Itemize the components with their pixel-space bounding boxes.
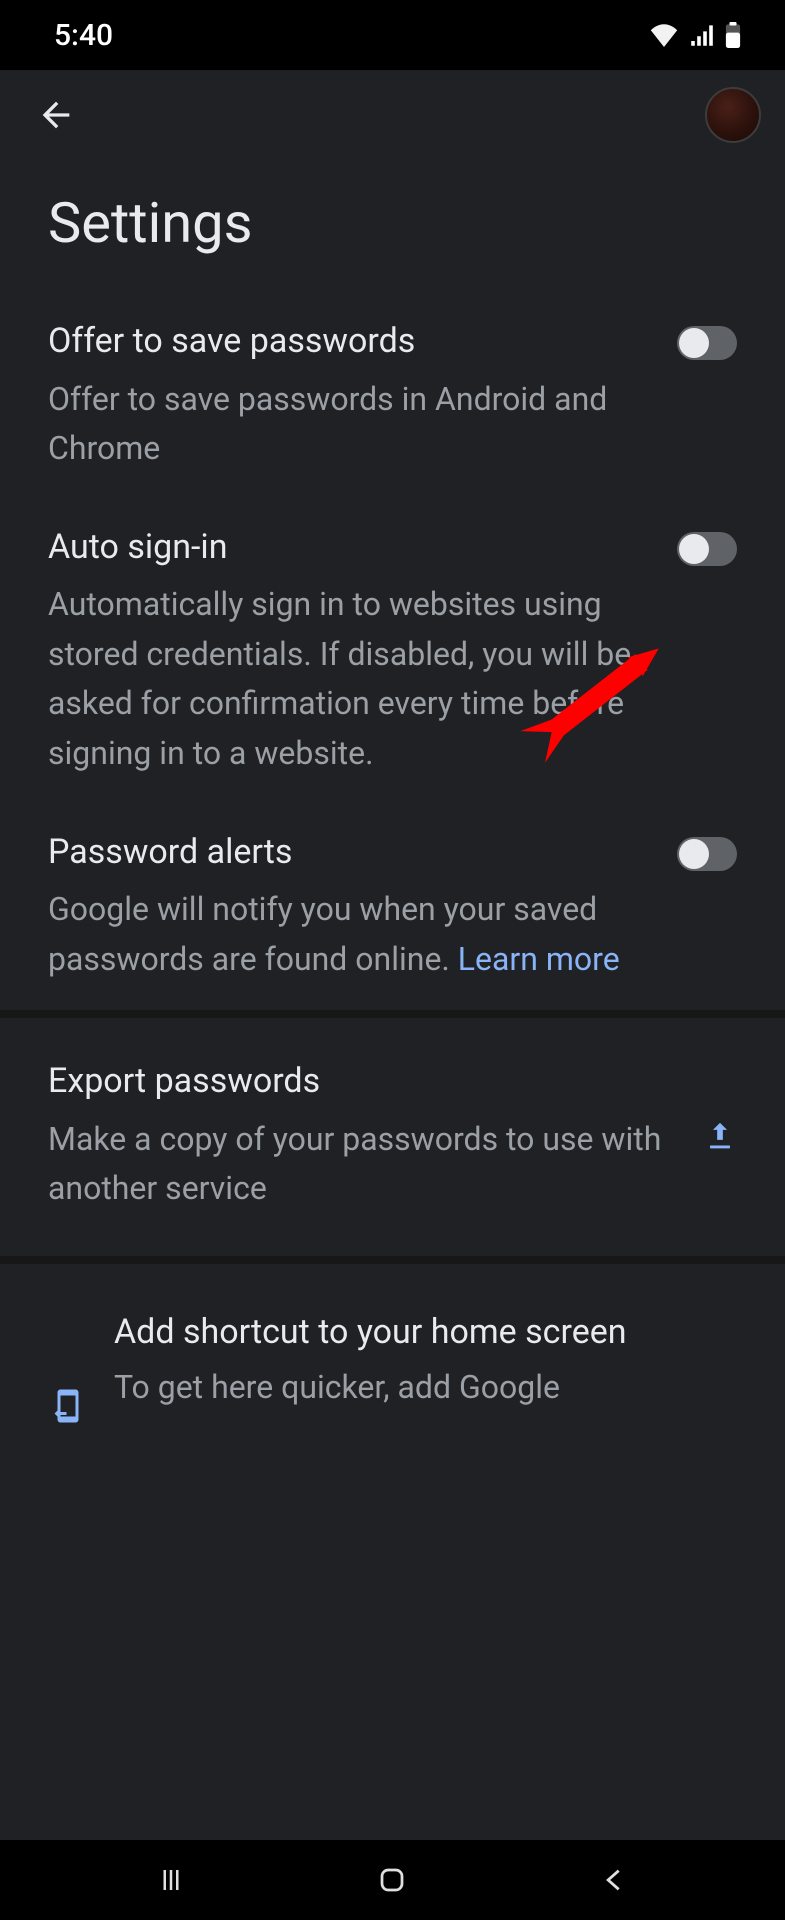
learn-more-link[interactable]: Learn more [458,940,620,978]
recents-button[interactable] [147,1856,195,1904]
offer-save-passwords-switch[interactable] [677,326,737,360]
row-title: Export passwords [48,1060,679,1103]
add-to-home-icon [50,1388,86,1428]
row-text: Auto sign-in Automatically sign in to we… [48,526,653,779]
battery-icon [725,22,741,48]
navigation-bar [0,1840,785,1920]
row-text: Password alerts Google will notify you w… [48,831,653,985]
row-title: Add shortcut to your home screen [114,1308,627,1357]
back-nav-button[interactable] [590,1856,638,1904]
page-title: Settings [0,160,785,294]
row-add-shortcut[interactable]: Add shortcut to your home screen To get … [0,1264,785,1428]
back-button[interactable] [32,91,80,139]
row-text: Export passwords Make a copy of your pas… [48,1060,679,1214]
row-desc: To get here quicker, add Google [114,1365,627,1410]
app-bar [0,70,785,160]
password-alerts-switch[interactable] [677,837,737,871]
home-icon [377,1865,407,1895]
row-offer-save-passwords[interactable]: Offer to save passwords Offer to save pa… [0,294,785,500]
section-divider [0,1010,785,1018]
arrow-left-icon [36,95,76,135]
section-divider [0,1256,785,1264]
auto-sign-in-switch[interactable] [677,532,737,566]
row-text: Offer to save passwords Offer to save pa… [48,320,653,474]
chevron-left-icon [600,1866,628,1894]
wifi-icon [649,23,679,47]
row-desc: Automatically sign in to websites using … [48,580,653,778]
row-text: Add shortcut to your home screen To get … [114,1308,627,1410]
row-desc: Google will notify you when your saved p… [48,885,653,984]
profile-avatar[interactable] [705,87,761,143]
status-time: 5:40 [54,18,113,53]
signal-icon [689,23,715,47]
row-password-alerts[interactable]: Password alerts Google will notify you w… [0,805,785,1011]
row-desc: Make a copy of your passwords to use wit… [48,1115,679,1214]
row-title: Password alerts [48,831,653,874]
app-content: Settings Offer to save passwords Offer t… [0,70,785,1840]
home-button[interactable] [368,1856,416,1904]
recents-icon [156,1865,186,1895]
row-title: Auto sign-in [48,526,653,569]
row-export-passwords[interactable]: Export passwords Make a copy of your pas… [0,1018,785,1256]
status-icons [649,22,741,48]
row-desc: Offer to save passwords in Android and C… [48,375,653,474]
row-title: Offer to save passwords [48,320,653,363]
status-bar: 5:40 [0,0,785,70]
export-icon [703,1120,737,1158]
row-auto-sign-in[interactable]: Auto sign-in Automatically sign in to we… [0,500,785,805]
